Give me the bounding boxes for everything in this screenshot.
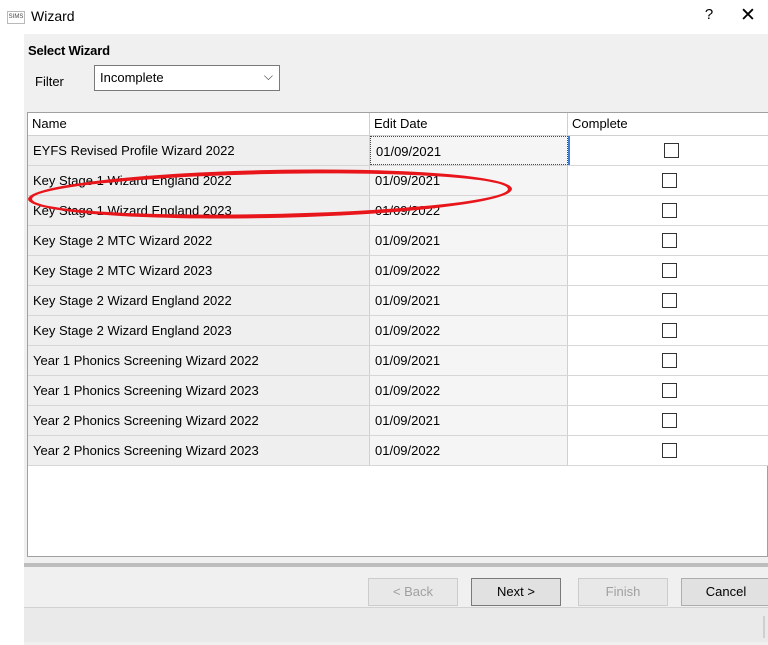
- complete-checkbox[interactable]: [662, 443, 677, 458]
- filter-selected-value: Incomplete: [100, 70, 164, 85]
- sims-logo-icon: SIMS: [7, 11, 25, 24]
- cell-name[interactable]: Year 1 Phonics Screening Wizard 2022: [28, 346, 370, 375]
- complete-checkbox[interactable]: [662, 413, 677, 428]
- complete-checkbox[interactable]: [662, 353, 677, 368]
- cell-name[interactable]: Year 2 Phonics Screening Wizard 2022: [28, 406, 370, 435]
- table-row[interactable]: Key Stage 1 Wizard England 2022 01/09/202…: [28, 166, 768, 196]
- cell-complete[interactable]: [568, 376, 768, 405]
- cell-name[interactable]: Key Stage 2 MTC Wizard 2023: [28, 256, 370, 285]
- table-row[interactable]: Year 1 Phonics Screening Wizard 2023 01/0…: [28, 376, 768, 406]
- cell-complete[interactable]: [568, 136, 768, 165]
- table-row[interactable]: Year 2 Phonics Screening Wizard 2023 01/0…: [28, 436, 768, 466]
- cell-edit-date[interactable]: 01/09/2021: [370, 166, 568, 195]
- complete-checkbox[interactable]: [662, 173, 677, 188]
- cell-name[interactable]: Key Stage 2 MTC Wizard 2022: [28, 226, 370, 255]
- cell-edit-date[interactable]: 01/09/2022: [370, 376, 568, 405]
- column-header-complete[interactable]: Complete: [568, 113, 768, 135]
- cell-edit-date[interactable]: 01/09/2021: [370, 226, 568, 255]
- wizard-grid[interactable]: Name Edit Date Complete EYFS Revised Pro…: [27, 112, 768, 557]
- status-bar: [24, 607, 768, 642]
- table-row[interactable]: Year 2 Phonics Screening Wizard 2022 01/0…: [28, 406, 768, 436]
- window-title: Wizard: [31, 8, 75, 24]
- filter-label: Filter: [35, 74, 64, 89]
- cell-name[interactable]: Year 1 Phonics Screening Wizard 2023: [28, 376, 370, 405]
- wizard-panel: Select Wizard Filter Incomplete ⌵ Name E…: [24, 34, 768, 645]
- cell-name[interactable]: Key Stage 2 Wizard England 2023: [28, 316, 370, 345]
- close-button[interactable]: ✕: [735, 6, 761, 28]
- cell-edit-date[interactable]: 01/09/2022: [370, 196, 568, 225]
- cell-complete[interactable]: [568, 346, 768, 375]
- complete-checkbox[interactable]: [664, 143, 679, 158]
- complete-checkbox[interactable]: [662, 293, 677, 308]
- title-bar: SIMS Wizard ? ✕: [0, 0, 768, 34]
- cell-name[interactable]: Year 2 Phonics Screening Wizard 2023: [28, 436, 370, 465]
- cell-edit-date[interactable]: 01/09/2022: [370, 436, 568, 465]
- cell-name[interactable]: Key Stage 1 Wizard England 2022: [28, 166, 370, 195]
- back-button[interactable]: < Back: [368, 578, 458, 606]
- cell-edit-date[interactable]: 01/09/2021: [370, 346, 568, 375]
- cell-complete[interactable]: [568, 286, 768, 315]
- cell-edit-date[interactable]: 01/09/2022: [370, 316, 568, 345]
- complete-checkbox[interactable]: [662, 203, 677, 218]
- next-button[interactable]: Next >: [471, 578, 561, 606]
- table-row[interactable]: Key Stage 2 Wizard England 2022 01/09/202…: [28, 286, 768, 316]
- table-row[interactable]: Key Stage 2 MTC Wizard 2022 01/09/2021: [28, 226, 768, 256]
- cell-name[interactable]: Key Stage 1 Wizard England 2023: [28, 196, 370, 225]
- filter-dropdown[interactable]: Incomplete ⌵: [94, 65, 280, 91]
- cell-edit-date[interactable]: 01/09/2021: [370, 406, 568, 435]
- cancel-button[interactable]: Cancel: [681, 578, 768, 606]
- complete-checkbox[interactable]: [662, 383, 677, 398]
- cell-complete[interactable]: [568, 436, 768, 465]
- cell-edit-date[interactable]: 01/09/2021: [370, 136, 568, 165]
- help-button[interactable]: ?: [699, 6, 719, 28]
- grid-header: Name Edit Date Complete: [28, 113, 768, 136]
- column-header-edit-date[interactable]: Edit Date: [370, 113, 568, 135]
- finish-button[interactable]: Finish: [578, 578, 668, 606]
- cell-complete[interactable]: [568, 406, 768, 435]
- table-row[interactable]: Key Stage 1 Wizard England 2023 01/09/202…: [28, 196, 768, 226]
- chevron-down-icon: ⌵: [263, 69, 273, 83]
- cell-complete[interactable]: [568, 316, 768, 345]
- cell-edit-date[interactable]: 01/09/2021: [370, 286, 568, 315]
- cell-name[interactable]: Key Stage 2 Wizard England 2022: [28, 286, 370, 315]
- complete-checkbox[interactable]: [662, 263, 677, 278]
- cell-complete[interactable]: [568, 196, 768, 225]
- table-row[interactable]: Year 1 Phonics Screening Wizard 2022 01/0…: [28, 346, 768, 376]
- column-header-name[interactable]: Name: [28, 113, 370, 135]
- resize-grip-icon[interactable]: [763, 616, 765, 638]
- table-row[interactable]: EYFS Revised Profile Wizard 2022 01/09/20…: [28, 136, 768, 166]
- table-row[interactable]: Key Stage 2 Wizard England 2023 01/09/202…: [28, 316, 768, 346]
- cell-name[interactable]: EYFS Revised Profile Wizard 2022: [28, 136, 370, 165]
- complete-checkbox[interactable]: [662, 323, 677, 338]
- section-title: Select Wizard: [28, 43, 110, 58]
- cell-edit-date[interactable]: 01/09/2022: [370, 256, 568, 285]
- table-row[interactable]: Key Stage 2 MTC Wizard 2023 01/09/2022: [28, 256, 768, 286]
- complete-checkbox[interactable]: [662, 233, 677, 248]
- cell-complete[interactable]: [568, 166, 768, 195]
- cell-complete[interactable]: [568, 226, 768, 255]
- cell-complete[interactable]: [568, 256, 768, 285]
